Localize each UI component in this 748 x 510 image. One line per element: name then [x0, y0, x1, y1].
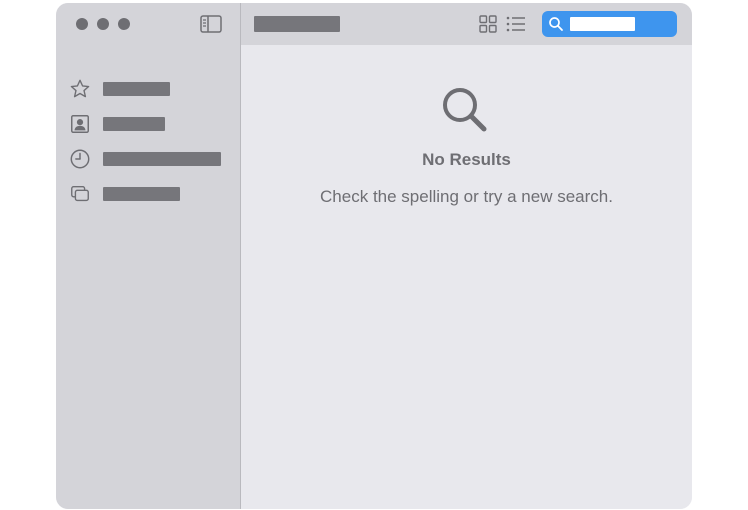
- stacked-windows-icon: [68, 182, 92, 206]
- sidebar-item-label: [103, 82, 170, 96]
- search-field[interactable]: [542, 11, 677, 37]
- minimize-button[interactable]: [97, 18, 109, 30]
- sidebar-item-favorites[interactable]: [68, 77, 221, 101]
- search-input-value[interactable]: [570, 17, 635, 31]
- sidebar-item-label: [103, 117, 165, 131]
- sidebar-item-recents[interactable]: [68, 147, 221, 171]
- window-title: [254, 16, 340, 32]
- sidebar-toggle-button[interactable]: [200, 15, 222, 33]
- empty-state-subtitle: Check the spelling or try a new search.: [320, 187, 613, 206]
- sidebar-item-contacts[interactable]: [68, 112, 221, 136]
- toolbar: [241, 3, 692, 45]
- contact-card-icon: [68, 112, 92, 136]
- sidebar-item-windows[interactable]: [68, 182, 221, 206]
- clock-icon: [68, 147, 92, 171]
- magnifying-glass-icon: [443, 88, 487, 132]
- window-controls: [76, 18, 130, 30]
- grid-view-button[interactable]: [477, 14, 499, 34]
- sidebar: [56, 3, 241, 509]
- star-icon: [68, 77, 92, 101]
- close-button[interactable]: [76, 18, 88, 30]
- app-window: No Results Check the spelling or try a n…: [56, 3, 692, 509]
- grid-view-icon: [479, 15, 497, 33]
- search-icon: [549, 17, 563, 31]
- sidebar-left-icon: [200, 15, 222, 33]
- list-view-button[interactable]: [505, 14, 527, 34]
- zoom-button[interactable]: [118, 18, 130, 30]
- sidebar-list: [68, 77, 221, 217]
- sidebar-item-label: [103, 152, 221, 166]
- list-view-icon: [506, 16, 525, 32]
- empty-state-title: No Results: [422, 150, 511, 169]
- sidebar-item-label: [103, 187, 180, 201]
- content-area: No Results Check the spelling or try a n…: [241, 45, 692, 509]
